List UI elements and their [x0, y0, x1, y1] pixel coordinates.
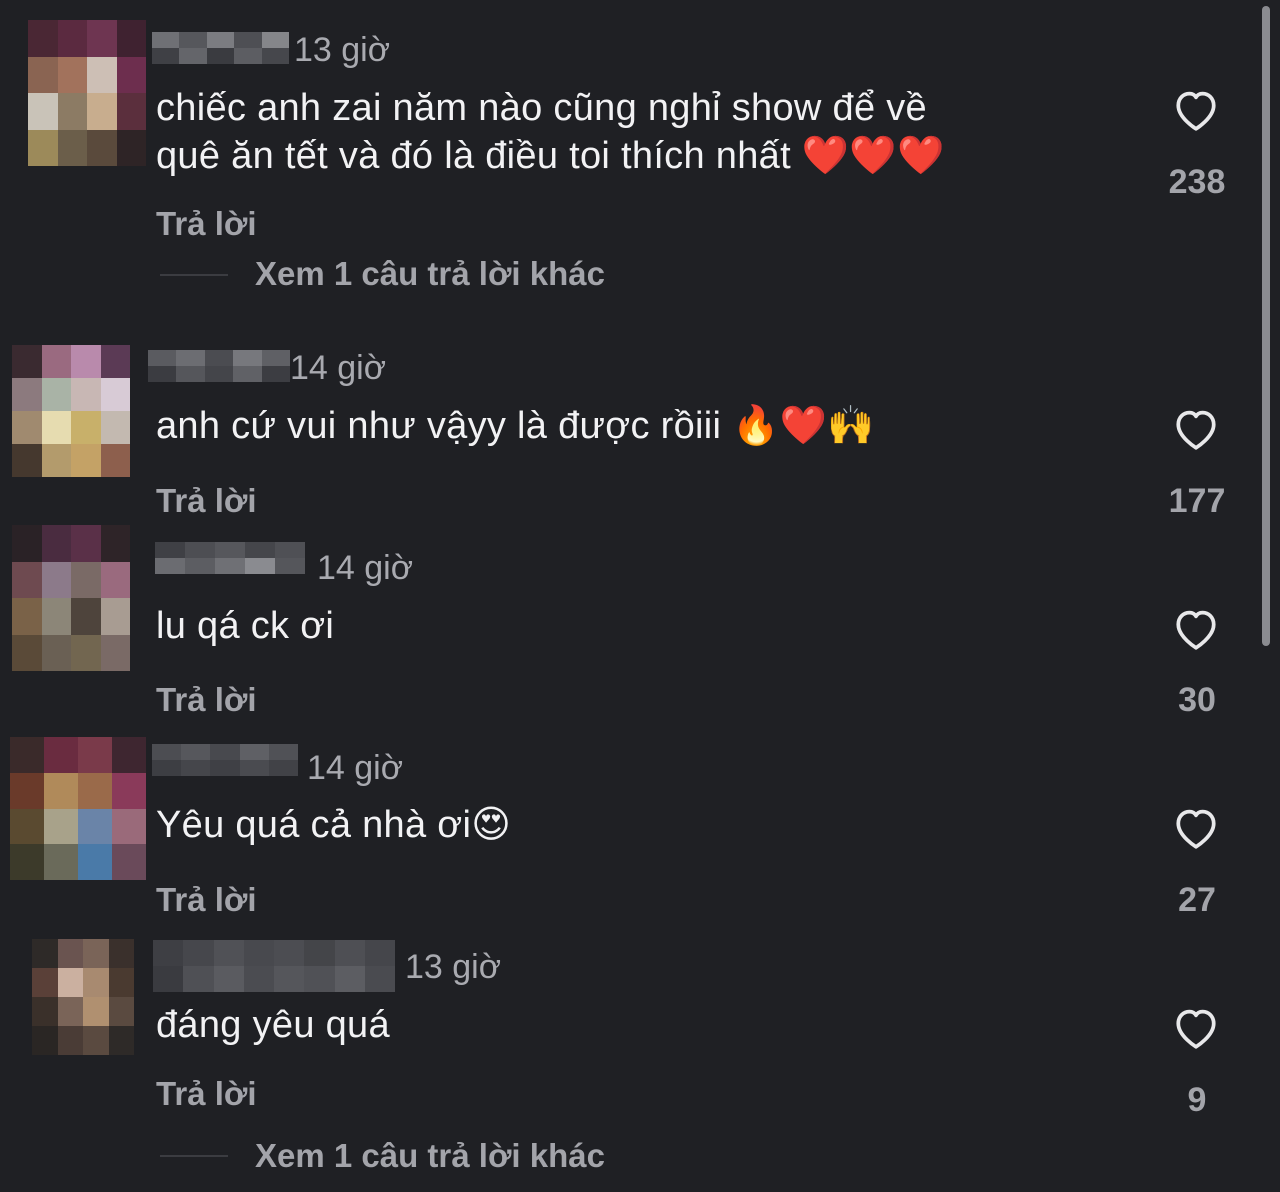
replies-divider — [160, 1155, 228, 1157]
comment-text: anh cứ vui như vậyy là được rồiii 🔥❤️🙌 — [156, 402, 875, 450]
like-count: 9 — [1187, 1081, 1207, 1119]
view-more-replies-button[interactable]: Xem 1 câu trả lời khác — [255, 1136, 605, 1176]
avatar[interactable] — [12, 345, 130, 477]
username-blurred[interactable] — [153, 940, 395, 992]
username-blurred[interactable] — [152, 744, 298, 776]
like-count: 30 — [1178, 681, 1216, 719]
comment-text: Yêu quá cả nhà ơi😍 — [156, 801, 511, 849]
avatar[interactable] — [28, 20, 146, 166]
reply-button[interactable]: Trả lời — [156, 680, 257, 720]
reply-button[interactable]: Trả lời — [156, 880, 257, 920]
comment-text: lu qá ck ơi — [156, 602, 334, 650]
username-blurred[interactable] — [152, 32, 289, 64]
like-count: 27 — [1178, 881, 1216, 919]
reply-button[interactable]: Trả lời — [156, 481, 257, 521]
comment-text: đáng yêu quá — [156, 1001, 390, 1049]
heart-outline-icon[interactable] — [1171, 405, 1221, 451]
username-blurred[interactable] — [155, 542, 305, 574]
comment-text-line: anh cứ vui như vậyy là được rồiii 🔥❤️🙌 — [156, 405, 875, 447]
heart-outline-icon[interactable] — [1171, 804, 1221, 850]
avatar[interactable] — [10, 737, 146, 880]
like-count: 238 — [1168, 163, 1226, 201]
comment-text: chiếc anh zai năm nào cũng nghỉ show để … — [156, 84, 945, 180]
like-count: 177 — [1168, 482, 1226, 520]
reply-button[interactable]: Trả lời — [156, 1074, 257, 1114]
heart-outline-icon[interactable] — [1171, 1004, 1221, 1050]
avatar[interactable] — [12, 525, 130, 671]
comment-time: 13 giờ — [405, 948, 502, 986]
comment-text-line: quê ăn tết và đó là điều toi thích nhất … — [156, 135, 945, 177]
avatar[interactable] — [32, 939, 134, 1055]
scrollbar[interactable] — [1262, 6, 1270, 646]
comment-text-line: lu qá ck ơi — [156, 605, 335, 647]
comment-time: 14 giờ — [290, 349, 387, 387]
comment-time: 14 giờ — [317, 549, 414, 587]
heart-outline-icon[interactable] — [1171, 86, 1221, 132]
comment-text-line: Yêu quá cả nhà ơi😍 — [156, 804, 512, 846]
comment-time: 14 giờ — [307, 749, 404, 787]
reply-button[interactable]: Trả lời — [156, 204, 257, 244]
heart-outline-icon[interactable] — [1171, 605, 1221, 651]
username-blurred[interactable] — [148, 350, 290, 382]
comment-text-line: chiếc anh zai năm nào cũng nghỉ show để … — [156, 87, 927, 129]
view-more-replies-button[interactable]: Xem 1 câu trả lời khác — [255, 254, 605, 294]
replies-divider — [160, 274, 228, 276]
comment-text-line: đáng yêu quá — [156, 1004, 390, 1046]
comment-time: 13 giờ — [294, 31, 391, 69]
